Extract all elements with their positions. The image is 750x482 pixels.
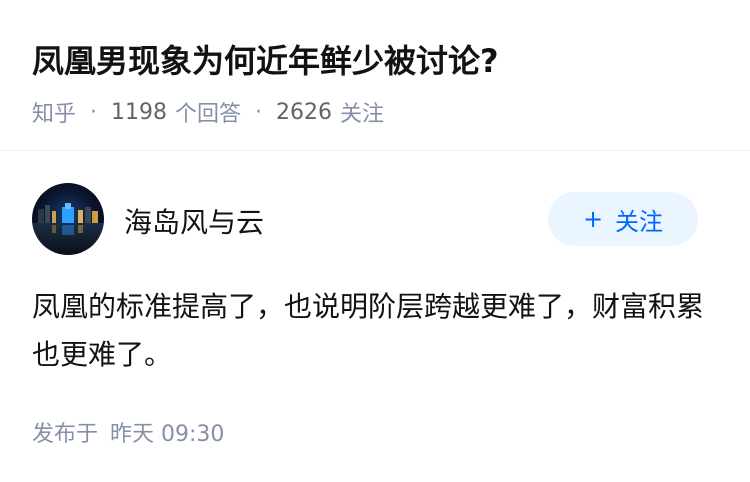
publish-info: 发布于 昨天 09:30 [32,416,224,448]
followers-label: 关注 [340,102,385,127]
answer-author: 海岛风与云 + 关注 [32,183,718,255]
plus-icon: + [582,205,604,233]
answer-content[interactable]: 凤凰的标准提高了，也说明阶层跨越更难了，财富积累也更难了。 [32,283,718,379]
avatar[interactable] [32,183,104,255]
answers-count: 1198 [111,99,168,125]
separator-dot: · [90,99,98,125]
followers-count: 2626 [276,99,333,125]
question-meta: 知乎 · 1198 个回答 · 2626 关注 [32,96,384,128]
question-title[interactable]: 凤凰男现象为何近年鲜少被讨论? [32,36,499,82]
source-label: 知乎 [32,102,77,127]
published-label: 发布于 [32,422,99,447]
author-name[interactable]: 海岛风与云 [124,201,264,241]
answers-label: 个回答 [175,102,242,127]
published-time: 昨天 09:30 [110,422,225,447]
avatar-image [32,183,104,255]
separator-dot: · [255,99,263,125]
question-header: 凤凰男现象为何近年鲜少被讨论? 知乎 · 1198 个回答 · 2626 关注 [0,0,750,151]
follow-button[interactable]: + 关注 [548,192,698,246]
follow-label: 关注 [615,207,664,236]
